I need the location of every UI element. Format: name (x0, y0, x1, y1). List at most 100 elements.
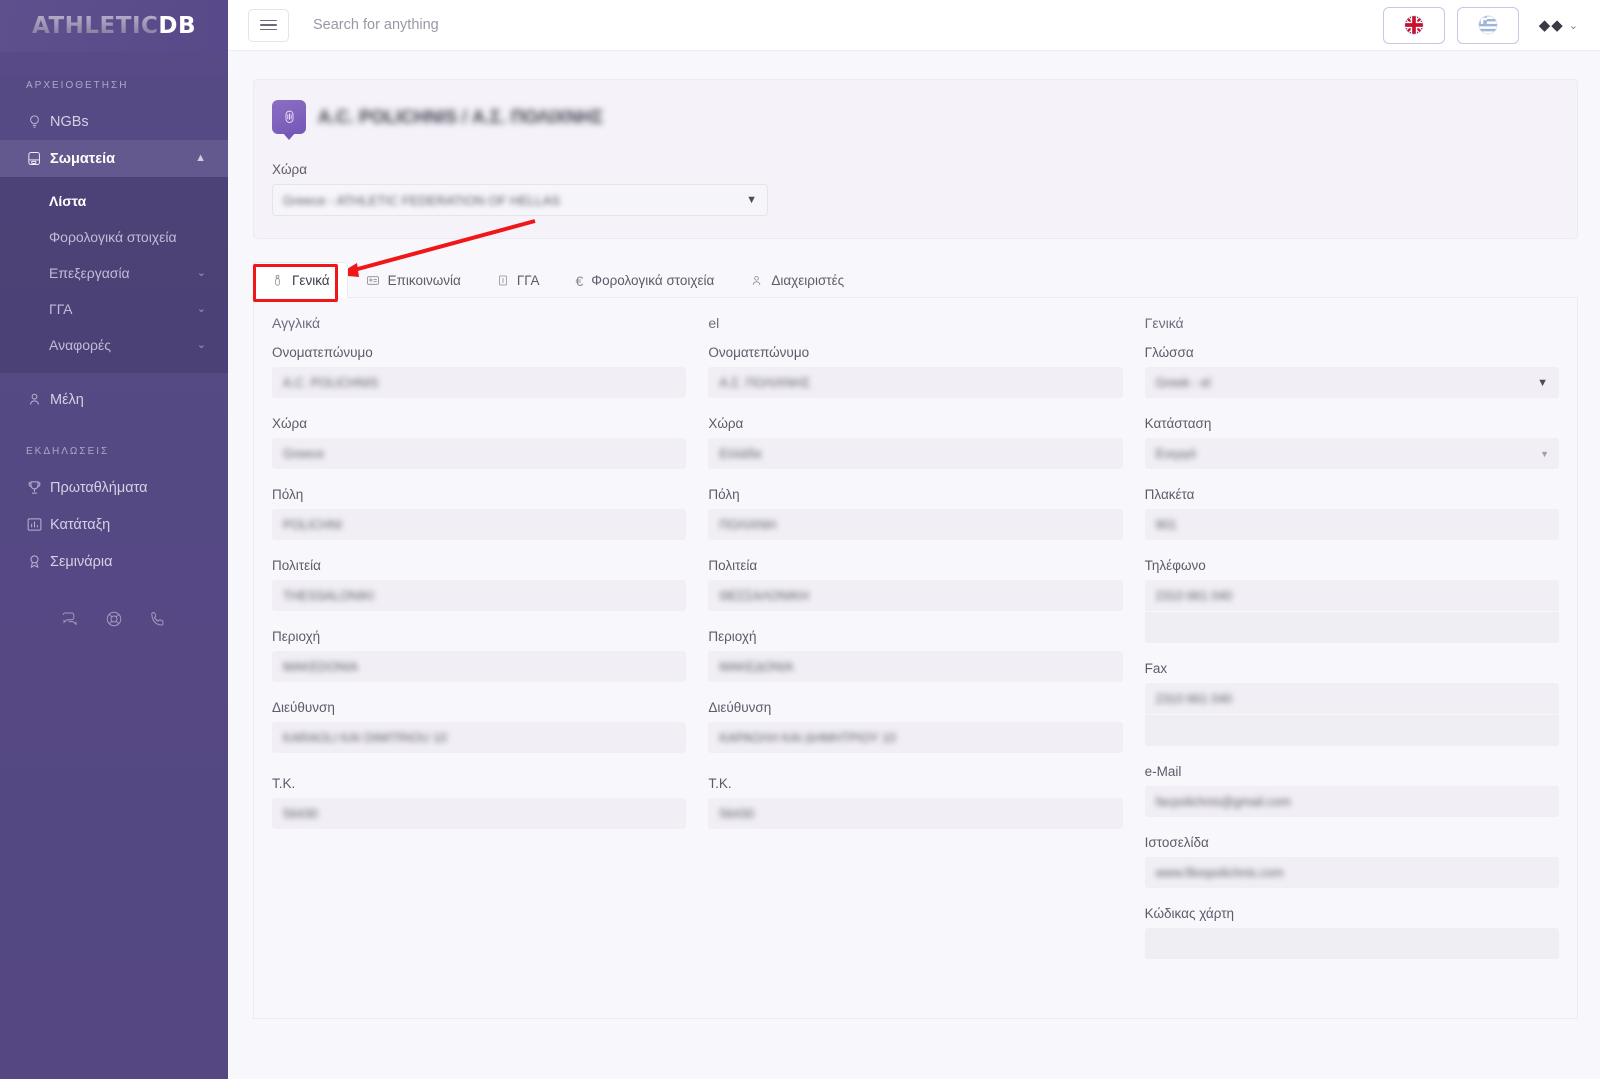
address-en-input[interactable]: KARAOLI KAI DIMITRIOU 10 (272, 722, 687, 753)
sidebar-subitem-lista[interactable]: Λίστα (0, 183, 228, 219)
brand-logo[interactable]: ATHLETICDB (0, 0, 228, 52)
sidebar-subitem-label: ΓΓΑ (49, 301, 73, 317)
entity-header-card: A.C. POLICHNIS / Α.Σ. ΠΟΛΙΧΝΗΣ Χώρα Gree… (253, 79, 1578, 239)
sidebar-item-protathlimata[interactable]: Πρωταθλήματα (0, 469, 228, 506)
field-label: Κατάσταση (1144, 416, 1212, 431)
field-value: ΘΕΣΣΑΛΟΝΙΚΗ (719, 588, 809, 603)
field-postcode-en: Τ.Κ. 56430 (272, 776, 687, 829)
field-state-en: Πολιτεία THESSALONIKI (272, 558, 687, 611)
status-select[interactable]: Ενεργό ▼ (1144, 438, 1559, 469)
tab-forologika[interactable]: € Φορολογικά στοιχεία (558, 262, 733, 298)
region-el-input[interactable]: ΜΑΚΕΔΟΝΙΑ (708, 651, 1123, 682)
field-value: POLICHNI (283, 517, 343, 532)
field-value: Ενεργό (1155, 446, 1197, 461)
city-el-input[interactable]: ΠΟΛΙΧΝΗ (708, 509, 1123, 540)
language-en-button[interactable] (1382, 6, 1445, 44)
field-label: Χώρα (272, 416, 308, 431)
field-label: Χώρα (708, 416, 744, 431)
tab-genika[interactable]: Γενικά (253, 262, 348, 298)
user-menu-button[interactable]: ◆◆ ⌄ (1539, 16, 1578, 34)
sidebar-item-ngbs[interactable]: NGBs (0, 103, 228, 140)
sidebar-section-archive: ΑΡΧΕΙΟΘΕΤΗΣΗ (26, 80, 129, 91)
field-city-en: Πόλη POLICHNI (272, 487, 687, 540)
field-value: 2310 661 040 (1155, 691, 1233, 706)
field-label: e-Mail (1144, 764, 1182, 779)
chat-icon[interactable] (61, 610, 79, 633)
tab-bar: Γενικά Επικοινωνία ΓΓΑ € Φορολογικά στοι… (253, 261, 1578, 298)
field-plaque: Πλακέτα 901 (1144, 487, 1559, 540)
hamburger-bar (260, 19, 277, 22)
field-value: MAKEDONIA (283, 659, 359, 674)
trophy-icon (26, 479, 50, 496)
user-icon (750, 274, 763, 287)
phone-input-2[interactable] (1144, 612, 1559, 643)
email-input[interactable]: facpolichnis@gmail.com (1144, 786, 1559, 817)
field-label: Ιστοσελίδα (1144, 835, 1209, 850)
field-fax: Fax 2310 661 040 (1144, 661, 1559, 746)
sidebar-item-label: NGBs (50, 113, 89, 130)
sidebar-item-katataxi[interactable]: Κατάταξη (0, 506, 228, 543)
sidebar-subitem-epexergasia[interactable]: Επεξεργασία ⌄ (0, 255, 228, 291)
name-en-input[interactable]: A.C. POLICHNIS (272, 367, 687, 398)
postcode-en-input[interactable]: 56430 (272, 798, 687, 829)
field-phone: Τηλέφωνο 2310 661 040 (1144, 558, 1559, 643)
sidebar-subitem-forologika[interactable]: Φορολογικά στοιχεία (0, 219, 228, 255)
website-input[interactable]: www.filospolichnis.com (1144, 857, 1559, 888)
column-heading: el (708, 315, 720, 331)
region-en-input[interactable]: MAKEDONIA (272, 651, 687, 682)
bulb-icon (26, 113, 50, 130)
country-el-input[interactable]: Ελλάδα (708, 438, 1123, 469)
club-badge-icon (272, 100, 306, 134)
tab-gga[interactable]: ΓΓΑ (479, 262, 558, 298)
sidebar: ATHLETICDB ΑΡΧΕΙΟΘΕΤΗΣΗ NGBs Σωματεία ▲ (0, 0, 228, 1079)
country-en-input[interactable]: Greece (272, 438, 687, 469)
field-value: Greece (283, 446, 324, 461)
field-value: A.C. POLICHNIS (283, 375, 379, 390)
country-field-group: Χώρα Greece - ATHLETIC FEDERATION OF HEL… (272, 162, 768, 216)
field-address-en: Διεύθυνση KARAOLI KAI DIMITRIOU 10 (272, 700, 687, 753)
field-region-el: Περιοχή ΜΑΚΕΔΟΝΙΑ (708, 629, 1123, 682)
fax-input-1[interactable]: 2310 661 040 (1144, 683, 1559, 714)
field-name-el: Ονοματεπώνυμο Α.Σ. ΠΟΛΙΧΝΗΣ (708, 345, 1123, 398)
postcode-el-input[interactable]: 56430 (708, 798, 1123, 829)
field-value: 56430 (283, 806, 318, 821)
search-input[interactable] (313, 17, 733, 33)
chevron-down-icon: ⌄ (1568, 19, 1578, 32)
language-select[interactable]: Greek - el ▼ (1144, 367, 1559, 398)
form-column-english: Αγγλικά Ονοματεπώνυμο A.C. POLICHNIS Χώρ… (272, 315, 687, 988)
address-el-input[interactable]: ΚΑΡΑΟΛΗ ΚΑΙ ΔΗΜΗΤΡΙΟΥ 10 (708, 722, 1123, 753)
plaque-input[interactable]: 901 (1144, 509, 1559, 540)
brand-athletic-text: ATHLETIC (31, 13, 159, 39)
tab-label: ΓΓΑ (516, 273, 540, 288)
menu-toggle-button[interactable] (248, 8, 289, 42)
city-en-input[interactable]: POLICHNI (272, 509, 687, 540)
field-label: Περιοχή (272, 629, 321, 644)
phone-input-1[interactable]: 2310 661 040 (1144, 580, 1559, 611)
tab-diaxeiristes[interactable]: Διαχειριστές (732, 262, 862, 298)
sidebar-subitem-anafores[interactable]: Αναφορές ⌄ (0, 327, 228, 363)
sidebar-item-somateia[interactable]: Σωματεία ▲ (0, 140, 228, 177)
phone-icon[interactable] (149, 610, 167, 633)
country-select[interactable]: Greece - ATHLETIC FEDERATION OF HELLAS ▼ (272, 184, 768, 216)
tab-epikoinonia[interactable]: Επικοινωνία (348, 262, 479, 298)
field-state-el: Πολιτεία ΘΕΣΣΑΛΟΝΙΚΗ (708, 558, 1123, 611)
topbar: ◆◆ ⌄ (228, 0, 1600, 51)
building-icon (497, 274, 509, 287)
fax-input-2[interactable] (1144, 715, 1559, 746)
sidebar-item-seminaria[interactable]: Σεμινάρια (0, 543, 228, 580)
sidebar-item-meli[interactable]: Μέλη (0, 381, 228, 418)
language-el-button[interactable] (1456, 6, 1519, 44)
name-el-input[interactable]: Α.Σ. ΠΟΛΙΧΝΗΣ (708, 367, 1123, 398)
chevron-up-icon: ▲ (195, 152, 206, 164)
field-label: Ονοματεπώνυμο (708, 345, 810, 360)
sidebar-subitem-label: Επεξεργασία (49, 265, 130, 281)
state-el-input[interactable]: ΘΕΣΣΑΛΟΝΙΚΗ (708, 580, 1123, 611)
lifebuoy-icon[interactable] (105, 610, 123, 633)
map-code-input[interactable] (1144, 928, 1559, 959)
state-en-input[interactable]: THESSALONIKI (272, 580, 687, 611)
sidebar-subitem-gga[interactable]: ΓΓΑ ⌄ (0, 291, 228, 327)
sidebar-item-label: Πρωταθλήματα (50, 479, 148, 496)
field-label: Ονοματεπώνυμο (272, 345, 373, 360)
field-value: KARAOLI KAI DIMITRIOU 10 (283, 730, 447, 745)
main-area: ◆◆ ⌄ A.C. POLICHNIS / Α.Σ. ΠΟΛΙΧΝΗΣ (228, 0, 1600, 1079)
